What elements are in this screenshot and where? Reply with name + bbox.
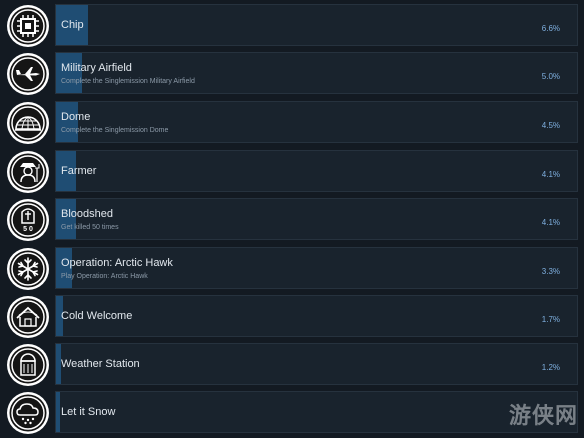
watermark-logo: 游侠网 <box>508 403 578 428</box>
achievement-title: Farmer <box>61 165 97 177</box>
achievement-title: Dome <box>61 111 91 123</box>
progress-bar: Dome Complete the Singlemission Dome 4.5… <box>55 101 578 143</box>
progress-bar: Let it Snow <box>55 391 578 433</box>
gravestone-50-icon: 5 0 <box>6 198 50 242</box>
svg-text:5 0: 5 0 <box>23 226 33 233</box>
achievement-title: Let it Snow <box>61 406 116 418</box>
progress-bar: Weather Station 1.2% <box>55 343 578 385</box>
chip-icon <box>6 4 50 48</box>
unlock-percent: 4.1% <box>541 218 560 227</box>
unlock-percent: 4.1% <box>541 170 560 179</box>
unlock-percent: 6.6% <box>541 24 560 33</box>
weather-station-icon <box>6 343 50 387</box>
achievement-description: Get killed 50 times <box>61 224 119 231</box>
achievement-list: Chip 6.6% Military Airfield Complete the… <box>0 0 584 438</box>
unlock-percent: 4.5% <box>541 121 560 130</box>
achievement-description: Complete the Singlemission Military Airf… <box>61 78 195 85</box>
achievement-title: Cold Welcome <box>61 310 133 322</box>
achievement-row[interactable]: Chip 6.6% <box>0 3 584 48</box>
progress-bar: Bloodshed Get killed 50 times 4.1% <box>55 198 578 240</box>
progress-fill <box>56 392 60 432</box>
achievement-row[interactable]: Farmer 4.1% <box>0 149 584 194</box>
achievement-row[interactable]: Cold Welcome 1.7% <box>0 294 584 339</box>
achievement-title: Operation: Arctic Hawk <box>61 257 173 269</box>
achievement-title: Weather Station <box>61 358 140 370</box>
achievement-row[interactable]: Operation: Arctic Hawk Play Operation: A… <box>0 246 584 291</box>
achievement-title: Chip <box>61 19 84 31</box>
snowy-house-icon <box>6 295 50 339</box>
unlock-percent: 3.3% <box>541 267 560 276</box>
jet-icon <box>6 52 50 96</box>
progress-bar: Operation: Arctic Hawk Play Operation: A… <box>55 247 578 289</box>
achievement-title: Bloodshed <box>61 208 113 220</box>
achievement-description: Complete the Singlemission Dome <box>61 127 169 134</box>
snowflake-icon <box>6 247 50 291</box>
unlock-percent: 5.0% <box>541 72 560 81</box>
dome-icon <box>6 101 50 145</box>
achievement-title: Military Airfield <box>61 62 132 74</box>
progress-bar: Farmer 4.1% <box>55 150 578 192</box>
achievement-row[interactable]: 5 0 Bloodshed Get killed 50 times 4.1% <box>0 197 584 242</box>
progress-bar: Military Airfield Complete the Singlemis… <box>55 52 578 94</box>
achievement-row[interactable]: Military Airfield Complete the Singlemis… <box>0 51 584 96</box>
achievement-row[interactable]: Weather Station 1.2% <box>0 342 584 387</box>
progress-bar: Chip 6.6% <box>55 4 578 46</box>
progress-bar: Cold Welcome 1.7% <box>55 295 578 337</box>
farmer-icon <box>6 150 50 194</box>
unlock-percent: 1.7% <box>541 315 560 324</box>
achievement-row[interactable]: Let it Snow <box>0 390 584 435</box>
achievement-description: Play Operation: Arctic Hawk <box>61 273 148 280</box>
achievement-row[interactable]: Dome Complete the Singlemission Dome 4.5… <box>0 100 584 145</box>
unlock-percent: 1.2% <box>541 363 560 372</box>
snow-cloud-icon <box>6 391 50 435</box>
